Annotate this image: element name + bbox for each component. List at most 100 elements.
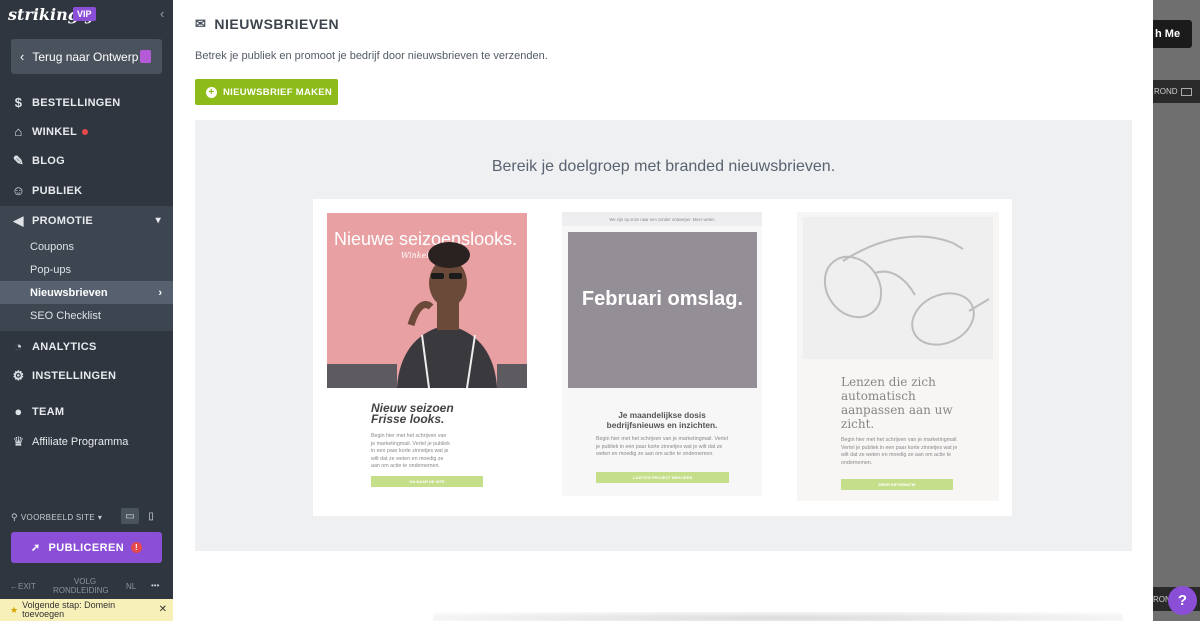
template-2-image: Februari omslag. (568, 232, 757, 388)
image-icon (1180, 87, 1192, 96)
sub-item-newsletters[interactable]: Nieuwsbrieven › (0, 281, 173, 304)
back-to-design-button[interactable]: ‹ Terug naar Ontwerp (11, 39, 162, 74)
template-3-button: MEER INFORMATIE (841, 479, 953, 490)
design-icon (140, 50, 151, 63)
gear-icon: ⚙ (12, 367, 25, 383)
editor-button-partial[interactable]: h Me (1153, 20, 1192, 48)
nav-label: INSTELLINGEN (32, 369, 117, 382)
nav-label: WINKEL (32, 125, 78, 138)
content-shadow (433, 612, 1123, 621)
help-button[interactable]: ? (1168, 586, 1197, 615)
vip-badge: VIP (73, 7, 96, 21)
template-1-image: Nieuwe seizoenslooks. Winkelcollectie (327, 213, 527, 388)
desktop-view-button[interactable]: ▭ (121, 508, 139, 524)
template-1-heading: Nieuw seizoen Frisse looks. (371, 401, 454, 426)
nav-label: TEAM (32, 405, 65, 418)
nav-label: BLOG (32, 154, 65, 167)
template-2: We zijn op onze naar een zonder ontwerpe… (562, 212, 762, 496)
exit-button[interactable]: ← EXIT (10, 582, 36, 591)
nav-item-blog[interactable]: ✎ BLOG (0, 146, 173, 175)
dollar-icon: $ (14, 95, 23, 110)
exit-label: EXIT (18, 582, 36, 591)
template-3-heading: Lenzen die zich automatisch aanpassen aa… (841, 375, 953, 431)
promo-heading: Bereik je doelgroep met branded nieuwsbr… (491, 158, 836, 175)
template-2-image-text: Februari omslag. (581, 288, 744, 310)
template-3: Lenzen die zich automatisch aanpassen aa… (797, 212, 999, 501)
nav-label: PUBLIEK (32, 184, 83, 197)
template-3-body: Begin hier met het schrijven van je mark… (841, 437, 958, 466)
nav-label: Affiliate Programma (32, 435, 129, 448)
language-selector[interactable]: NL (126, 582, 136, 591)
nav-item-settings[interactable]: ⚙ INSTELLINGEN (0, 361, 173, 390)
next-step-banner[interactable]: ★ Volgende stap: Domein toevoegen ✕ (0, 599, 173, 621)
toolbar-text: ROND (1154, 87, 1178, 96)
nav-item-analytics[interactable]: ◔ ANALYTICS (0, 332, 173, 361)
editor-toolbar-partial: ROND (1153, 80, 1200, 103)
template-3-image (803, 217, 993, 359)
page-title-text: NIEUWSBRIEVEN (214, 16, 340, 32)
template-2-heading: Je maandelijkse dosis bedrijfsnieuws en … (606, 410, 718, 430)
sidebar: strikingly VIP ‹ ‹ Terug naar Ontwerp $ … (0, 0, 173, 621)
chevron-down-icon: ▾ (155, 215, 161, 226)
next-step-text: Volgende stap: Domein toevoegen (22, 600, 116, 619)
make-newsletter-label: NIEUWSBRIEF MAKEN (223, 86, 333, 98)
sub-item-seo-checklist[interactable]: SEO Checklist (0, 304, 173, 327)
sidebar-footer: ← EXIT VOLG RONDLEIDING NL ••• (0, 577, 173, 599)
template-2-button: LAATSTE PROJECT BEKIJKEN (596, 472, 729, 483)
publish-label: PUBLICEREN (48, 541, 125, 554)
nav-item-affiliate[interactable]: ♛ Affiliate Programma (0, 427, 173, 456)
page-title: ✉ NIEUWSBRIEVEN (195, 16, 339, 32)
pie-chart-icon: ◔ (14, 339, 23, 354)
megaphone-icon: ◀ (13, 212, 24, 228)
trophy-icon: ♛ (12, 433, 25, 449)
sub-item-label: SEO Checklist (30, 309, 101, 322)
preview-site-dropdown[interactable]: ⚲ VOORBEELD SITE ▾ (11, 509, 162, 525)
more-menu-icon[interactable]: ••• (151, 581, 159, 590)
plus-circle-icon: + (206, 86, 217, 98)
tour-line1[interactable]: VOLG (70, 577, 100, 586)
mobile-view-button[interactable]: ▯ (142, 508, 160, 524)
audience-icon: ☺ (11, 183, 26, 198)
chevron-left-icon: ‹ (20, 49, 25, 64)
sub-item-label: Nieuwsbrieven (30, 286, 108, 299)
template-1-body: Begin hier met het schrijven van je mark… (371, 433, 450, 469)
sub-item-label: Coupons (30, 240, 75, 253)
close-icon[interactable]: ✕ (159, 604, 167, 615)
collapse-sidebar-icon[interactable]: ‹ (160, 6, 164, 21)
notification-dot (82, 128, 89, 135)
eyeglasses-photo (823, 235, 990, 346)
template-previews: Nieuwe seizoenslooks. Winkelcollectie Ni… (313, 199, 1012, 516)
nav-item-store[interactable]: ⌂ WINKEL (0, 117, 173, 146)
caret-down-icon: ▾ (97, 512, 103, 522)
page-subtitle: Betrek je publiek en promoot je bedrijf … (195, 50, 548, 62)
nav-item-audience[interactable]: ☺ PUBLIEK (0, 176, 173, 205)
store-icon: ⌂ (14, 124, 23, 139)
nav-item-team[interactable]: ● TEAM (0, 397, 173, 426)
preview-site-label: VOORBEELD SITE (20, 512, 95, 522)
team-icon: ● (14, 404, 23, 419)
sub-item-popups[interactable]: Pop-ups (0, 258, 173, 281)
template-2-top-bar: We zijn op onze naar een zonder ontwerpe… (562, 212, 762, 226)
nav-item-orders[interactable]: $ BESTELLINGEN (0, 88, 173, 117)
newsletters-panel: ✉ NIEUWSBRIEVEN Betrek je publiek en pro… (173, 0, 1153, 621)
nav-label: PROMOTIE (32, 214, 94, 227)
back-button-label: Terug naar Ontwerp (32, 49, 139, 64)
mobile-icon: ▯ (148, 510, 154, 522)
sub-item-label: Pop-ups (30, 263, 71, 276)
chevron-right-icon: › (158, 286, 162, 299)
tour-line2[interactable]: RONDLEIDING (53, 586, 109, 595)
template-2-body: Begin hier met het schrijven van je mark… (596, 436, 728, 457)
nav-item-promotion[interactable]: ◀ PROMOTIE ▾ (0, 206, 173, 235)
sub-item-coupons[interactable]: Coupons (0, 235, 173, 258)
star-icon: ★ (10, 604, 19, 615)
search-icon: ⚲ (11, 511, 18, 522)
publish-button[interactable]: ➚ PUBLICEREN ! (11, 532, 162, 563)
template-1-button: GA NAAR DE SITE (371, 476, 483, 487)
rocket-icon: ➚ (30, 542, 41, 554)
envelope-icon: ✉ (195, 16, 207, 31)
make-newsletter-button[interactable]: + NIEUWSBRIEF MAKEN (195, 79, 338, 105)
desktop-icon: ▭ (125, 510, 135, 522)
warning-icon: ! (131, 542, 143, 553)
nav-label: BESTELLINGEN (32, 96, 121, 109)
model-photo (327, 242, 527, 388)
